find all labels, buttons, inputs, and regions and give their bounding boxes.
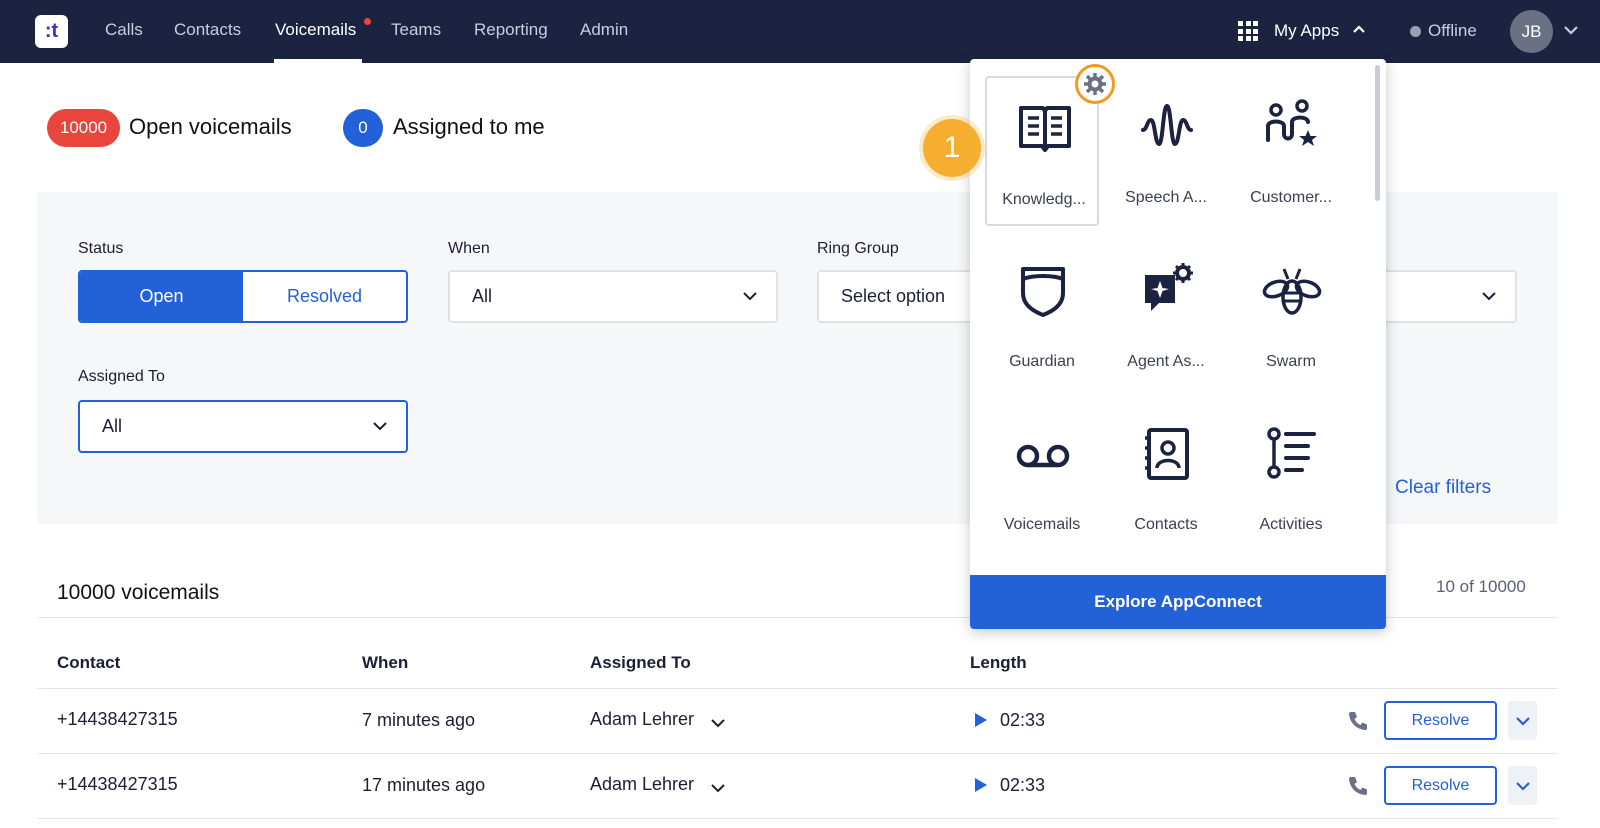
nav-voicemails[interactable]: Voicemails bbox=[275, 20, 356, 40]
chevron-down-icon[interactable] bbox=[1563, 24, 1579, 36]
app-tile-voicemails[interactable]: Voicemails bbox=[985, 404, 1099, 554]
row-actions-dropdown[interactable] bbox=[1508, 701, 1537, 740]
nav-calls[interactable]: Calls bbox=[105, 20, 143, 40]
gear-icon[interactable] bbox=[1075, 64, 1115, 104]
chevron-down-icon bbox=[1482, 292, 1496, 301]
app-tile-swarm[interactable]: Swarm bbox=[1234, 241, 1348, 391]
active-tab-indicator bbox=[274, 59, 362, 63]
assigned-to-select[interactable]: All bbox=[78, 400, 408, 453]
nav-reporting[interactable]: Reporting bbox=[474, 20, 548, 40]
assigned-to-me-label[interactable]: Assigned to me bbox=[393, 114, 545, 140]
top-nav: :t Calls Contacts Voicemails Teams Repor… bbox=[0, 0, 1600, 63]
settings-gear-icon bbox=[1084, 73, 1106, 95]
app-tile-speech-analytics[interactable]: Speech A... bbox=[1109, 76, 1223, 226]
app-label: Customer... bbox=[1250, 189, 1332, 206]
app-label: Swarm bbox=[1266, 353, 1316, 370]
resolve-button[interactable]: Resolve bbox=[1384, 701, 1497, 740]
nav-contacts[interactable]: Contacts bbox=[174, 20, 241, 40]
row-actions-dropdown[interactable] bbox=[1508, 766, 1537, 805]
nav-admin[interactable]: Admin bbox=[580, 20, 628, 40]
app-label: Knowledg... bbox=[1002, 191, 1086, 208]
when-select[interactable]: All bbox=[448, 270, 778, 323]
row-assigned[interactable]: Adam Lehrer bbox=[590, 709, 694, 730]
app-label: Speech A... bbox=[1125, 189, 1207, 206]
resolve-button[interactable]: Resolve bbox=[1384, 766, 1497, 805]
app-tile-customer[interactable]: Customer... bbox=[1234, 76, 1348, 226]
app-tile-agent-assist[interactable]: Agent As... bbox=[1109, 241, 1223, 391]
presence-status[interactable]: Offline bbox=[1428, 21, 1477, 41]
app-label: Contacts bbox=[1134, 516, 1198, 533]
column-header-contact[interactable]: Contact bbox=[57, 653, 120, 673]
divider bbox=[37, 688, 1558, 689]
row-contact[interactable]: +14438427315 bbox=[57, 774, 178, 795]
row-when: 7 minutes ago bbox=[362, 710, 476, 730]
app-label: Guardian bbox=[1009, 353, 1075, 370]
divider bbox=[37, 818, 1558, 819]
app-tile-contacts[interactable]: Contacts bbox=[1109, 404, 1223, 554]
row-assigned[interactable]: Adam Lehrer bbox=[590, 774, 694, 795]
chevron-down-icon bbox=[373, 422, 387, 431]
row-length: 02:33 bbox=[1000, 710, 1046, 730]
apps-grid-icon[interactable] bbox=[1238, 21, 1258, 41]
assigned-count-badge: 0 bbox=[343, 109, 383, 147]
app-label: Activities bbox=[1259, 516, 1323, 533]
clear-filters-link[interactable]: Clear filters bbox=[1395, 477, 1491, 499]
explore-appconnect-button[interactable]: Explore AppConnect bbox=[970, 575, 1386, 629]
contacts-book-icon bbox=[1145, 428, 1189, 480]
open-voicemails-label[interactable]: Open voicemails bbox=[129, 114, 292, 140]
book-icon bbox=[1019, 106, 1071, 152]
status-toggle: Open Resolved bbox=[78, 270, 408, 323]
column-header-assigned-to[interactable]: Assigned To bbox=[590, 653, 691, 673]
row-when: 17 minutes ago bbox=[362, 775, 486, 795]
app-logo[interactable]: :t bbox=[35, 15, 68, 48]
agent-assist-icon bbox=[1145, 263, 1193, 311]
customer-star-icon bbox=[1266, 99, 1317, 146]
app-label: Agent As... bbox=[1127, 353, 1205, 370]
notification-dot bbox=[364, 18, 371, 25]
phone-icon[interactable] bbox=[1346, 774, 1370, 798]
app-tile-activities[interactable]: Activities bbox=[1234, 404, 1348, 554]
pagination-info: 10 of 10000 bbox=[1436, 577, 1526, 596]
bee-icon bbox=[1262, 268, 1322, 315]
status-resolved-option[interactable]: Resolved bbox=[243, 272, 406, 321]
nav-teams[interactable]: Teams bbox=[391, 20, 441, 40]
when-select-value: All bbox=[472, 286, 493, 306]
ring-group-select-value: Select option bbox=[841, 286, 946, 306]
divider bbox=[37, 753, 1558, 754]
app-tile-guardian[interactable]: Guardian bbox=[985, 241, 1099, 391]
phone-icon[interactable] bbox=[1346, 709, 1370, 733]
status-dot bbox=[1410, 26, 1421, 37]
assigned-to-select-value: All bbox=[102, 416, 123, 436]
activities-list-icon bbox=[1267, 427, 1316, 479]
shield-icon bbox=[1021, 267, 1065, 317]
avatar[interactable]: JB bbox=[1510, 10, 1553, 53]
chevron-down-icon bbox=[1515, 781, 1530, 791]
when-filter-label: When bbox=[448, 240, 490, 257]
chevron-down-icon[interactable] bbox=[710, 717, 726, 729]
voicemail-icon bbox=[1016, 444, 1070, 468]
row-length: 02:33 bbox=[1000, 775, 1046, 795]
my-apps-dropdown: Knowledg... Speech A... Customer... Guar… bbox=[970, 59, 1386, 629]
play-icon[interactable] bbox=[975, 713, 987, 727]
voicemail-count-title: 10000 voicemails bbox=[57, 581, 220, 604]
app-label: Voicemails bbox=[1003, 516, 1081, 533]
column-header-when[interactable]: When bbox=[362, 653, 408, 673]
open-count-badge: 10000 bbox=[47, 109, 120, 147]
my-apps-button[interactable]: My Apps bbox=[1274, 21, 1339, 41]
ring-group-filter-label: Ring Group bbox=[817, 240, 899, 257]
play-icon[interactable] bbox=[975, 778, 987, 792]
chevron-up-icon[interactable] bbox=[1352, 24, 1366, 34]
assigned-to-filter-label: Assigned To bbox=[78, 368, 165, 385]
column-header-length[interactable]: Length bbox=[970, 653, 1027, 673]
status-open-option[interactable]: Open bbox=[80, 272, 243, 321]
row-contact[interactable]: +14438427315 bbox=[57, 709, 178, 730]
chevron-down-icon bbox=[743, 292, 757, 301]
chevron-down-icon[interactable] bbox=[710, 782, 726, 794]
chevron-down-icon bbox=[1515, 716, 1530, 726]
status-filter-label: Status bbox=[78, 240, 124, 257]
step-number-badge: 1 bbox=[923, 119, 981, 177]
dropdown-scrollbar[interactable] bbox=[1375, 65, 1380, 201]
waveform-icon bbox=[1141, 103, 1193, 147]
